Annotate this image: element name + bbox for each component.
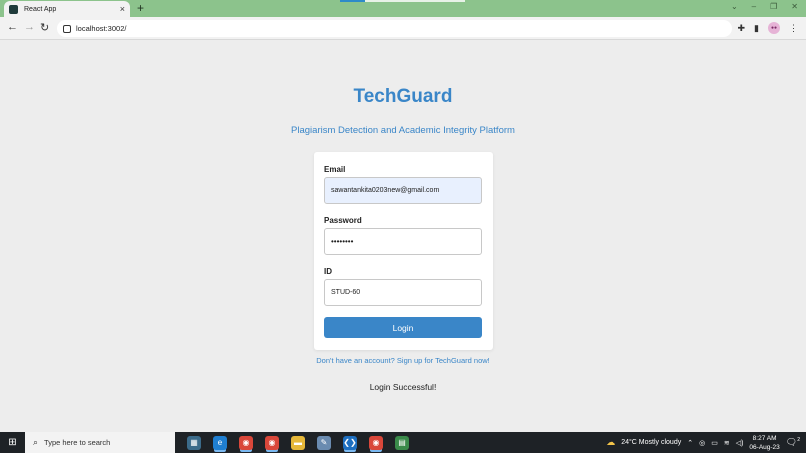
login-status-message: Login Successful! bbox=[369, 382, 437, 392]
windows-start-icon[interactable]: ⊞ bbox=[0, 432, 25, 453]
forward-arrow-icon[interactable]: → bbox=[24, 21, 35, 33]
profile-avatar[interactable]: ●● bbox=[768, 22, 780, 34]
email-label: Email bbox=[324, 165, 346, 174]
weather-cloud-icon[interactable]: ☁ bbox=[606, 437, 615, 448]
chrome-icon[interactable]: ◉ bbox=[239, 435, 253, 450]
minimize-button[interactable]: – bbox=[752, 2, 756, 11]
close-window-button[interactable]: ✕ bbox=[791, 2, 798, 11]
id-label: ID bbox=[324, 267, 332, 276]
clock-time: 8:27 AM bbox=[752, 434, 777, 442]
notepad-icon[interactable]: ✎ bbox=[317, 435, 331, 450]
taskbar-apps: ▦ e ◉ ◉ ▬ ✎ ❮❯ ◉ ▤ bbox=[187, 435, 409, 450]
tab-search-icon[interactable]: ⌄ bbox=[731, 2, 738, 11]
back-arrow-icon[interactable]: ← bbox=[7, 21, 18, 33]
browser-toolbar: ← → ↻ localhost:3002/ ✚ ▮ ●● ⋮ bbox=[0, 17, 806, 40]
menu-kebab-icon[interactable]: ⋮ bbox=[789, 23, 798, 34]
terminal-app-icon[interactable]: ▤ bbox=[395, 435, 409, 450]
taskbar: ⊞ ⌕ Type here to search ▦ e ◉ ◉ ▬ ✎ ❮❯ ◉… bbox=[0, 432, 806, 453]
tab-favicon-icon bbox=[9, 4, 18, 14]
task-view-icon[interactable]: ▦ bbox=[187, 435, 201, 450]
taskbar-clock[interactable]: 8:27 AM 06-Aug-23 bbox=[749, 434, 779, 452]
notification-count: 2 bbox=[797, 437, 800, 443]
wifi-icon[interactable]: ≋ bbox=[724, 439, 730, 447]
system-tray: ☁ 24°C Mostly cloudy ⌃ ◎ ▭ ≋ ◁) 8:27 AM … bbox=[606, 434, 806, 452]
edge-browser-icon[interactable]: e bbox=[213, 435, 227, 450]
network-icon[interactable]: ◎ bbox=[699, 439, 705, 447]
page-title: TechGuard bbox=[353, 86, 453, 107]
page-content: TechGuard Plagiarism Detection and Acade… bbox=[0, 41, 806, 432]
file-explorer-icon[interactable]: ▬ bbox=[291, 435, 305, 450]
clock-date: 06-Aug-23 bbox=[749, 443, 780, 451]
signup-link[interactable]: Don't have an account? Sign up for TechG… bbox=[0, 356, 806, 365]
chrome-profile-icon[interactable]: ◉ bbox=[265, 435, 279, 450]
site-info-icon[interactable] bbox=[63, 24, 71, 33]
battery-icon[interactable]: ▭ bbox=[711, 439, 718, 447]
id-field[interactable]: STUD-60 bbox=[324, 279, 482, 306]
search-icon: ⌕ bbox=[33, 437, 39, 447]
side-panel-icon[interactable]: ▮ bbox=[754, 23, 759, 34]
weather-text[interactable]: 24°C Mostly cloudy bbox=[621, 439, 681, 446]
browser-tab[interactable]: React App × bbox=[4, 1, 130, 17]
loading-indicator bbox=[340, 0, 465, 2]
chrome-secondary-icon[interactable]: ◉ bbox=[369, 435, 383, 450]
toolbar-actions: ✚ ▮ ●● ⋮ bbox=[738, 22, 798, 34]
tab-close-icon[interactable]: × bbox=[120, 4, 125, 14]
tab-title: React App bbox=[24, 5, 57, 13]
password-label: Password bbox=[324, 216, 362, 225]
tray-chevron-up-icon[interactable]: ⌃ bbox=[687, 439, 693, 447]
extensions-puzzle-icon[interactable]: ✚ bbox=[738, 23, 746, 34]
email-field[interactable]: sawantankita0203new@gmail.com bbox=[324, 177, 482, 204]
login-button[interactable]: Login bbox=[324, 317, 482, 338]
login-form-card: Email sawantankita0203new@gmail.com Pass… bbox=[314, 152, 493, 350]
new-tab-button[interactable]: + bbox=[137, 1, 144, 15]
page-subtitle: Plagiarism Detection and Academic Integr… bbox=[291, 125, 515, 136]
vscode-icon[interactable]: ❮❯ bbox=[343, 435, 357, 450]
taskbar-search-box[interactable]: ⌕ Type here to search bbox=[25, 432, 175, 453]
taskbar-search-placeholder: Type here to search bbox=[44, 438, 111, 447]
window-controls: ⌄ – ❐ ✕ bbox=[731, 2, 798, 11]
password-field[interactable]: •••••••• bbox=[324, 228, 482, 255]
maximize-button[interactable]: ❐ bbox=[770, 2, 777, 11]
volume-icon[interactable]: ◁) bbox=[736, 439, 744, 447]
url-text: localhost:3002/ bbox=[76, 24, 127, 33]
address-bar[interactable]: localhost:3002/ bbox=[57, 20, 732, 37]
notification-center-icon[interactable]: 🗨2 bbox=[786, 437, 800, 448]
reload-icon[interactable]: ↻ bbox=[40, 21, 49, 34]
browser-tab-bar: React App × + ⌄ – ❐ ✕ bbox=[0, 0, 806, 17]
